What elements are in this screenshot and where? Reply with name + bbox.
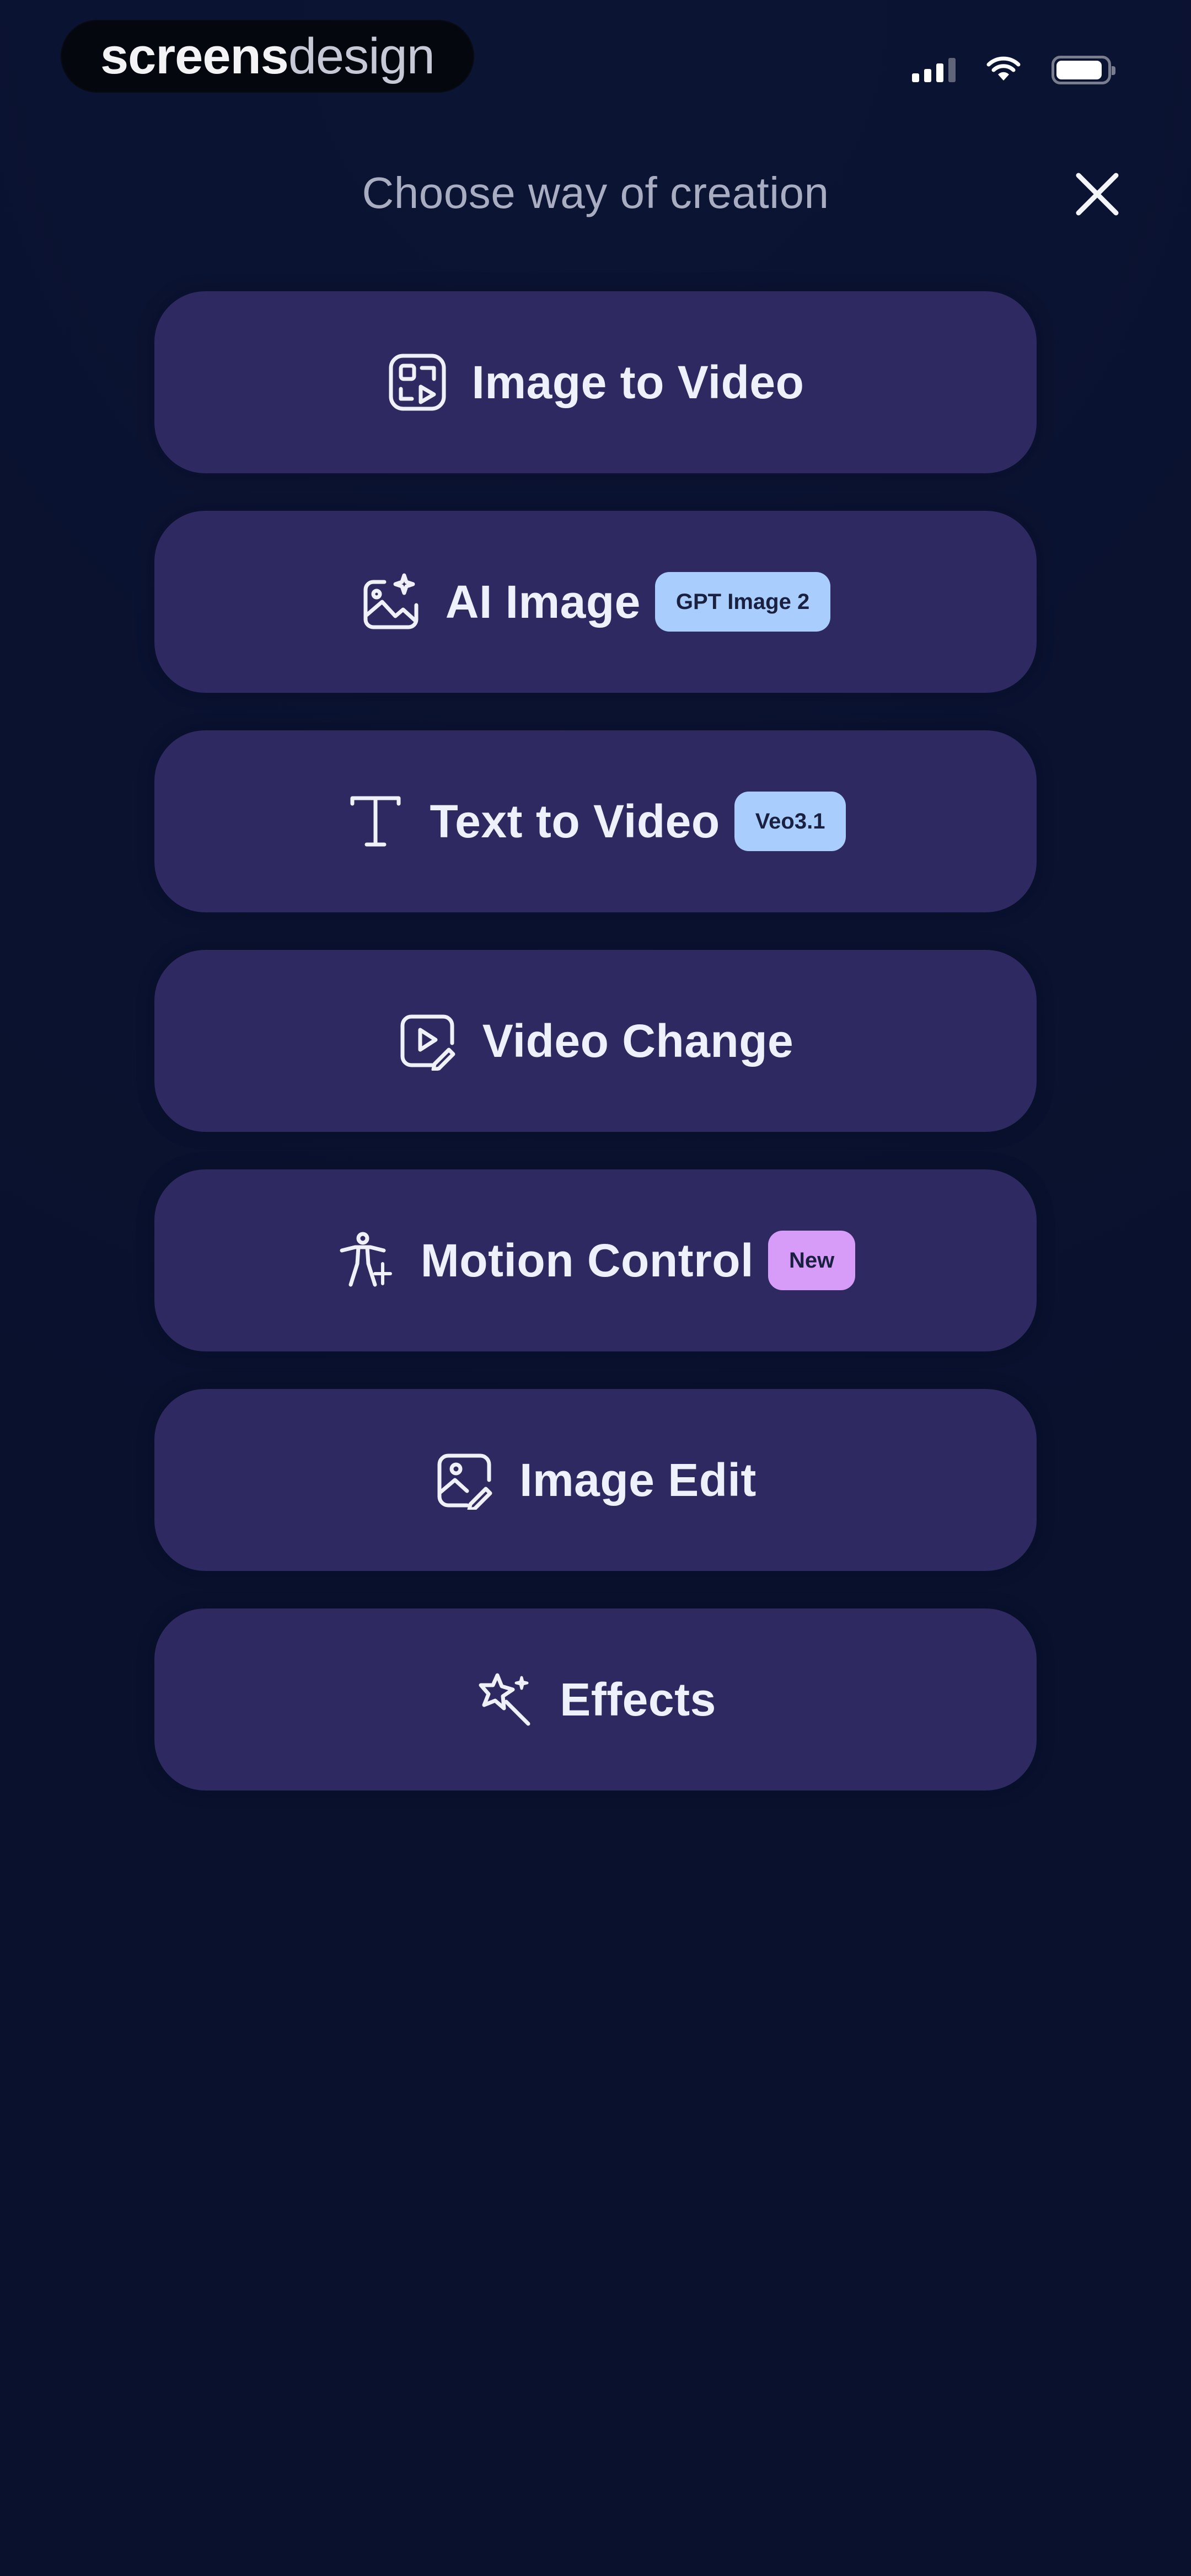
- cellular-signal-icon: [912, 58, 956, 82]
- option-ai-image[interactable]: AI Image GPT Image 2: [154, 511, 1037, 693]
- status-icons: [912, 51, 1115, 89]
- option-label: Text to Video: [430, 795, 720, 847]
- brand-logo-bold: screens: [100, 28, 289, 84]
- option-image-edit[interactable]: Image Edit: [154, 1389, 1037, 1571]
- video-change-icon: [398, 1011, 458, 1071]
- option-image-to-video[interactable]: Image to Video: [154, 291, 1037, 473]
- close-button[interactable]: [1064, 161, 1130, 227]
- model-badge: Veo3.1: [734, 792, 846, 851]
- page-title: Choose way of creation: [362, 168, 829, 217]
- option-label: Motion Control: [420, 1234, 754, 1286]
- option-effects[interactable]: Effects: [154, 1608, 1037, 1791]
- effects-icon: [475, 1669, 535, 1730]
- text-icon: [345, 791, 406, 852]
- motion-control-icon: [336, 1230, 396, 1291]
- option-label: AI Image: [445, 575, 641, 628]
- brand-logo: screens design: [61, 20, 474, 93]
- option-label: Effects: [560, 1673, 716, 1725]
- new-badge: New: [768, 1231, 856, 1290]
- option-label: Image to Video: [471, 356, 804, 408]
- close-icon: [1076, 173, 1119, 216]
- header: Choose way of creation: [0, 149, 1191, 237]
- model-badge: GPT Image 2: [654, 572, 831, 632]
- brand-logo-light: design: [288, 28, 435, 84]
- option-motion-control[interactable]: Motion Control New: [154, 1169, 1037, 1351]
- status-bar: screens design: [0, 0, 1191, 127]
- image-edit-icon: [434, 1450, 495, 1510]
- option-label: Image Edit: [519, 1453, 757, 1506]
- image-to-video-icon: [387, 352, 448, 413]
- creation-options: Image to Video AI Image GPT Image 2 Text…: [154, 291, 1037, 1791]
- option-text-to-video[interactable]: Text to Video Veo3.1: [154, 730, 1037, 912]
- battery-icon: [1051, 56, 1115, 84]
- option-label: Video Change: [482, 1014, 794, 1067]
- wifi-icon: [986, 56, 1021, 84]
- option-video-change[interactable]: Video Change: [154, 950, 1037, 1132]
- app-screen: screens design Choose way of creation Im…: [0, 0, 1191, 2576]
- ai-image-icon: [361, 571, 421, 632]
